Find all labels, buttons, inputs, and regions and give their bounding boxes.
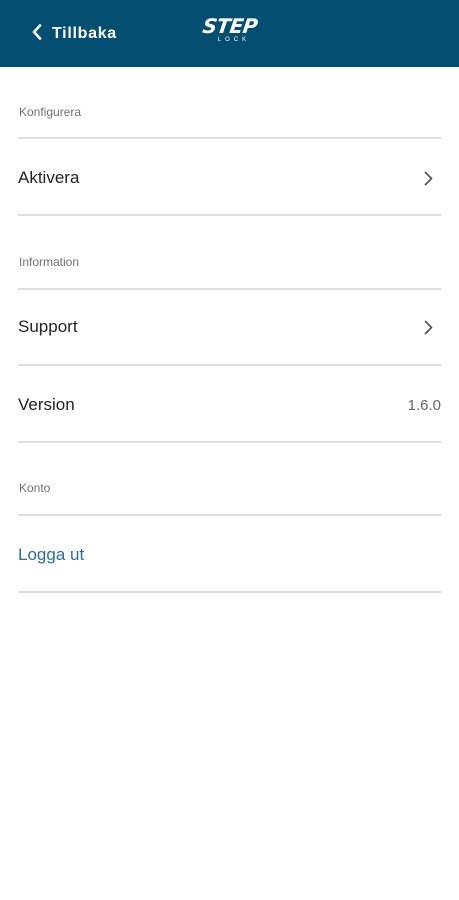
back-label: Tillbaka [52,25,117,42]
version-label: Version [18,395,75,414]
chevron-right-icon [424,320,433,335]
step-lock-logo: STEP LOCK [196,14,264,51]
logo-text: STEP [201,14,259,38]
section-label-information: Information [19,255,80,269]
chevron-right-icon [424,171,433,186]
version-row: Version 1.6.0 [18,378,441,432]
divider [18,137,441,139]
section-label-configure: Konfigurera [19,105,82,119]
divider [18,591,441,593]
section-label-account: Konto [19,481,51,495]
divider [18,514,441,516]
divider [18,364,441,366]
logout-button[interactable]: Logga ut [18,545,84,565]
back-button[interactable]: Tillbaka [32,20,117,48]
divider [18,288,441,290]
activate-label: Aktivera [18,168,80,187]
support-row[interactable]: Support [18,300,441,354]
support-label: Support [18,317,78,336]
version-value: 1.6.0 [407,396,441,414]
app-header: Tillbaka STEP LOCK [0,0,459,67]
divider [18,441,441,443]
divider [18,214,441,216]
activate-row[interactable]: Aktivera [18,151,441,205]
chevron-left-icon [32,23,42,45]
logout-row[interactable]: Logga ut [18,528,441,582]
